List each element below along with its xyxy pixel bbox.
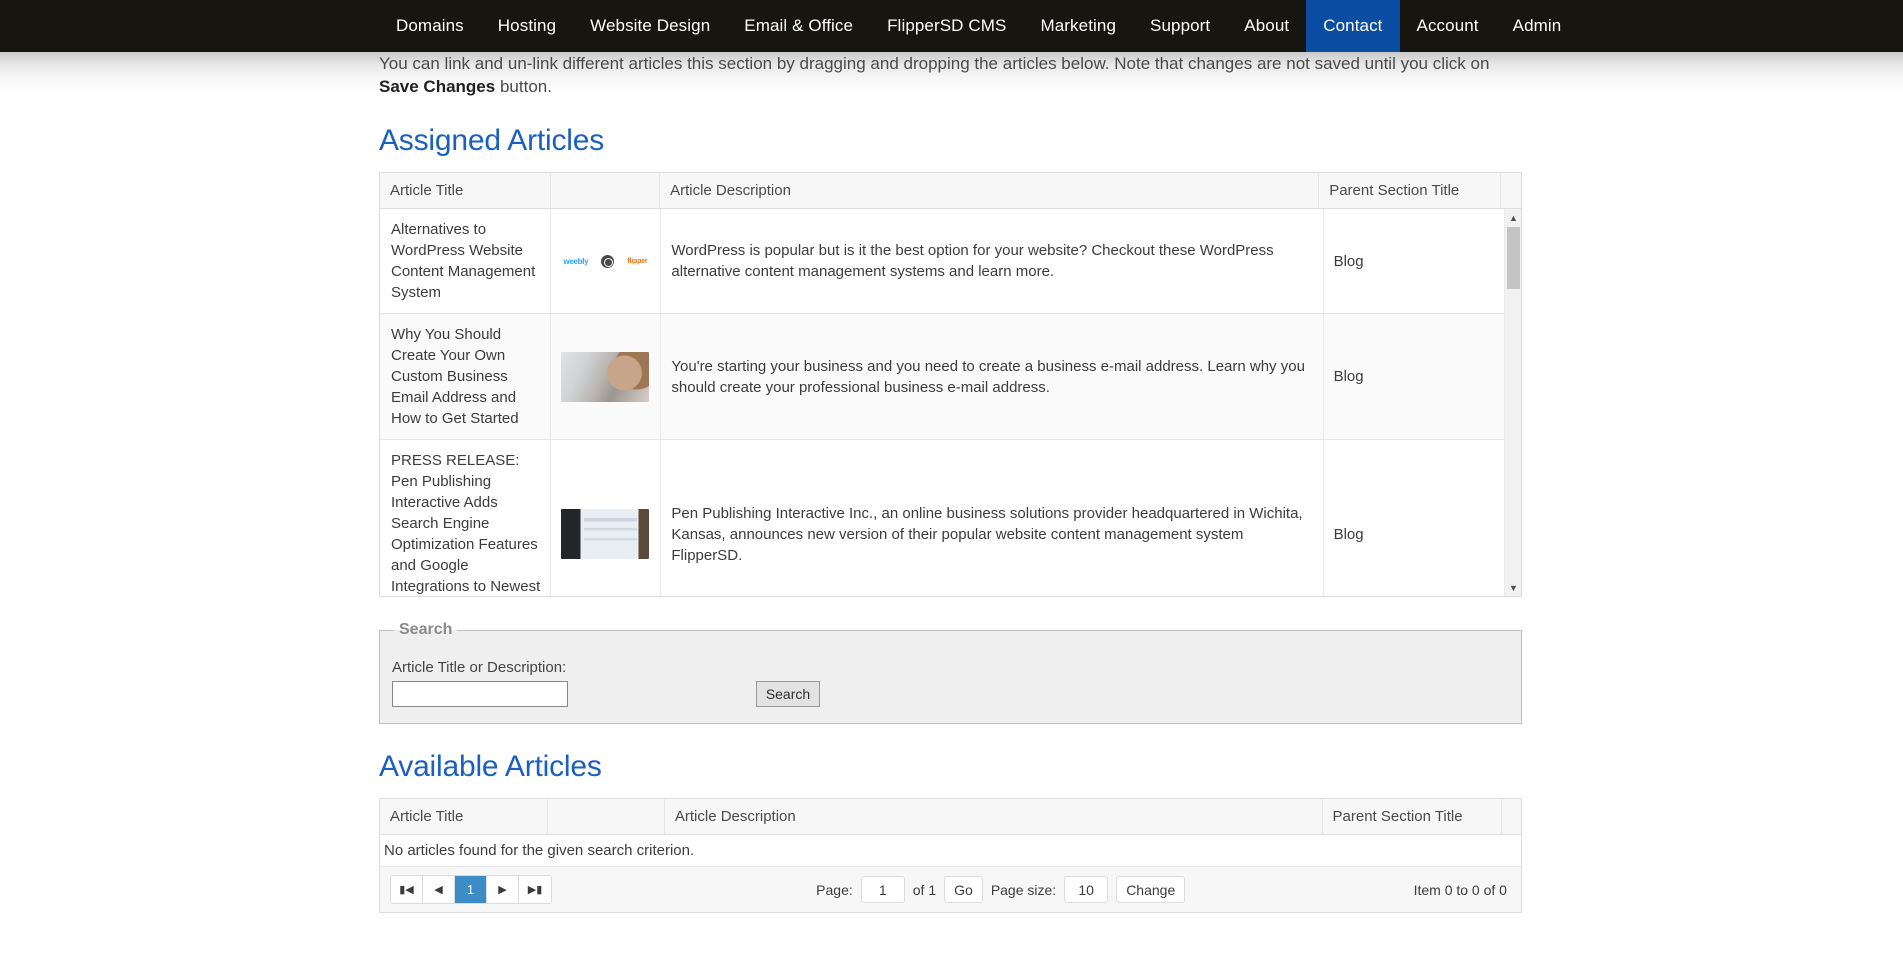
search-input-label: Article Title or Description: [392, 659, 567, 676]
cell-article-title: Alternatives to WordPress Website Conten… [380, 209, 552, 314]
search-input[interactable] [392, 681, 568, 707]
assigned-articles-header-table: Article Title Article Description Parent… [380, 173, 1521, 209]
thumbnail-monitor-dashboard-image [561, 509, 650, 559]
go-button[interactable]: Go [944, 876, 983, 903]
column-header-article-title[interactable]: Article Title [380, 173, 551, 209]
assigned-articles-body-table: Alternatives to WordPress Website Conten… [380, 209, 1506, 596]
primary-navigation: Domains Hosting Website Design Email & O… [0, 0, 1903, 52]
available-articles-header-table: Article Title Article Description Parent… [380, 799, 1521, 835]
page-number-input[interactable] [860, 876, 905, 903]
cell-article-description: Pen Publishing Interactive Inc., an onli… [660, 439, 1324, 596]
available-articles-heading: Available Articles [379, 750, 602, 783]
search-field-group: Article Title or Description: [392, 659, 568, 707]
page-number-button-1[interactable]: 1 [455, 876, 487, 903]
column-header-spacer [1501, 799, 1521, 835]
column-header-article-title[interactable]: Article Title [380, 799, 548, 835]
cell-parent-section: Blog [1323, 439, 1506, 596]
thumbnail-cms-logos-icon: weebly flipper [561, 236, 650, 286]
assigned-header-row: Article Title Article Description Parent… [380, 173, 1521, 209]
nav-item-about[interactable]: About [1227, 0, 1306, 52]
search-fieldset: Search Article Title or Description: Sea… [379, 621, 1522, 724]
intro-bold-save-changes: Save Changes [379, 77, 496, 96]
available-articles-grid: Article Title Article Description Parent… [379, 798, 1522, 913]
search-legend: Search [399, 621, 453, 638]
next-page-button[interactable]: ▶ [487, 876, 519, 903]
nav-item-email-office[interactable]: Email & Office [727, 0, 870, 52]
cell-article-title: Why You Should Create Your Own Custom Bu… [380, 313, 552, 440]
cell-thumbnail [550, 439, 662, 596]
empty-results-message: No articles found for the given search c… [380, 835, 1521, 867]
pagination-bar: ▮◀ ◀ 1 ▶ ▶▮ Page: of 1 Go Page size: Cha… [380, 867, 1521, 912]
column-header-parent-section-title[interactable]: Parent Section Title [1322, 799, 1502, 835]
cell-article-title: PRESS RELEASE: Pen Publishing Interactiv… [380, 439, 552, 596]
content-column: You can link and un-link different artic… [379, 52, 1522, 913]
nav-item-domains[interactable]: Domains [379, 0, 481, 52]
column-header-spacer [1500, 173, 1521, 209]
cell-article-description: WordPress is popular but is it the best … [660, 209, 1324, 314]
page-size-input[interactable] [1064, 876, 1109, 903]
search-button[interactable]: Search [756, 681, 820, 707]
cell-parent-section: Blog [1323, 209, 1506, 314]
intro-text-before: You can link and un-link different artic… [379, 54, 1490, 73]
flipper-logo-icon: flipper [627, 257, 648, 265]
weebly-logo-icon: weebly [563, 256, 589, 266]
item-count-status: Item 0 to 0 of 0 [1413, 881, 1507, 898]
nav-item-website-design[interactable]: Website Design [573, 0, 727, 52]
cell-thumbnail: weebly flipper [550, 209, 662, 314]
cell-thumbnail [550, 313, 662, 440]
page-size-label: Page size: [990, 881, 1057, 898]
nav-item-marketing[interactable]: Marketing [1023, 0, 1133, 52]
cell-article-description: You're starting your business and you ne… [660, 313, 1324, 440]
assigned-rows-viewport[interactable]: Alternatives to WordPress Website Conten… [380, 209, 1521, 596]
pagination-buttons: ▮◀ ◀ 1 ▶ ▶▮ [390, 875, 552, 904]
nav-item-account[interactable]: Account [1400, 0, 1496, 52]
thumbnail-person-phone-desk-image [561, 351, 650, 402]
nav-item-admin[interactable]: Admin [1496, 0, 1579, 52]
nav-item-contact[interactable]: Contact [1306, 0, 1400, 52]
scroll-down-arrow-icon[interactable]: ▼ [1505, 579, 1521, 596]
wordpress-logo-icon [601, 254, 615, 268]
nav-item-flippersd-cms[interactable]: FlipperSD CMS [870, 0, 1023, 52]
column-header-parent-section-title[interactable]: Parent Section Title [1318, 173, 1502, 209]
table-row[interactable]: PRESS RELEASE: Pen Publishing Interactiv… [380, 439, 1506, 596]
page-total-label: of 1 [912, 881, 937, 898]
available-header-row: Article Title Article Description Parent… [380, 799, 1521, 835]
intro-text-after: button. [495, 77, 552, 96]
column-header-thumbnail [547, 799, 665, 835]
nav-item-hosting[interactable]: Hosting [481, 0, 573, 52]
column-header-article-description[interactable]: Article Description [659, 173, 1320, 209]
page-label: Page: [816, 881, 853, 898]
table-row[interactable]: Why You Should Create Your Own Custom Bu… [380, 313, 1506, 440]
assigned-articles-heading: Assigned Articles [379, 124, 605, 157]
change-page-size-button[interactable]: Change [1116, 876, 1186, 903]
previous-page-button[interactable]: ◀ [423, 876, 455, 903]
table-row[interactable]: Alternatives to WordPress Website Conten… [380, 209, 1506, 314]
pagination-page-controls: Page: of 1 Go Page size: Change [666, 876, 1186, 903]
cell-parent-section: Blog [1323, 313, 1506, 440]
nav-item-support[interactable]: Support [1133, 0, 1227, 52]
assigned-grid-scrollbar[interactable]: ▲ ▼ [1504, 209, 1521, 596]
last-page-button[interactable]: ▶▮ [519, 876, 551, 903]
column-header-article-description[interactable]: Article Description [664, 799, 1323, 835]
assigned-articles-grid: Article Title Article Description Parent… [379, 172, 1522, 597]
scroll-up-arrow-icon[interactable]: ▲ [1505, 209, 1521, 226]
column-header-thumbnail [550, 173, 661, 209]
scrollbar-thumb[interactable] [1507, 227, 1520, 289]
search-row: Article Title or Description: Search [392, 649, 1509, 707]
first-page-button[interactable]: ▮◀ [391, 876, 423, 903]
intro-paragraph: You can link and un-link different artic… [379, 52, 1522, 98]
